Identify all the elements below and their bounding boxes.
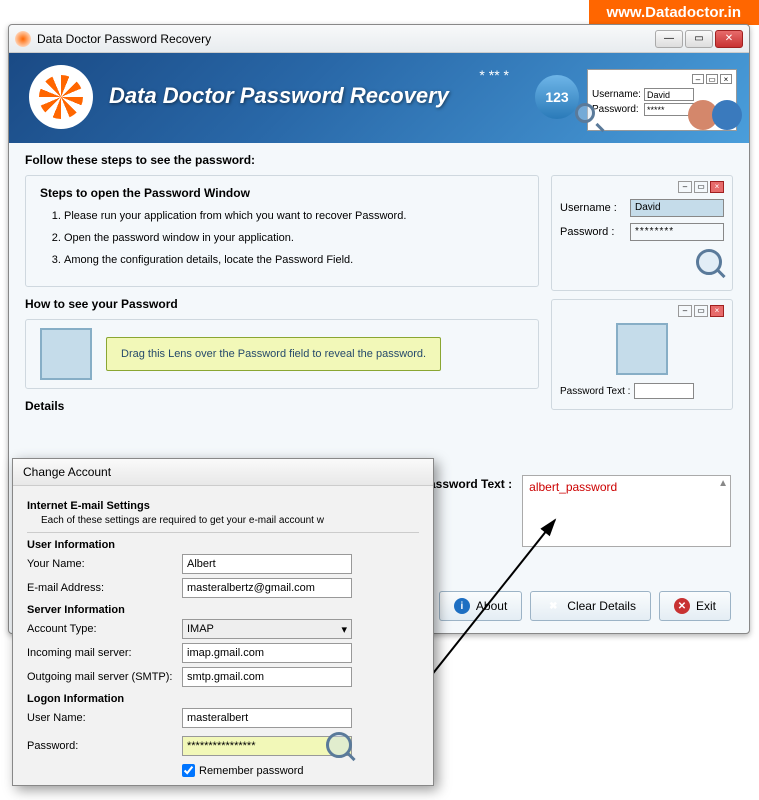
password-label: Password: [27, 740, 182, 752]
remember-password-checkbox[interactable] [182, 764, 195, 777]
email-label: E-mail Address: [27, 582, 182, 594]
illust-pt-label: Password Text : [560, 386, 630, 397]
password-text-value: albert_password [529, 480, 617, 494]
step-item: Please run your application from which y… [64, 210, 524, 222]
clear-icon: ✖ [545, 598, 561, 614]
titlebar: Data Doctor Password Recovery — ▭ ✕ [9, 25, 749, 53]
website-url: www.Datadoctor.in [589, 0, 759, 25]
email-input[interactable] [182, 578, 352, 598]
incoming-label: Incoming mail server: [27, 647, 182, 659]
dialog-title: Change Account [13, 459, 433, 486]
dialog-heading: Internet E-mail Settings [27, 500, 419, 512]
details-title: Details [25, 399, 539, 413]
illust-username-value: David [630, 199, 724, 217]
magnifier-icon [575, 103, 603, 131]
howto-group: Drag this Lens over the Password field t… [25, 319, 539, 389]
exit-button[interactable]: ✕Exit [659, 591, 731, 621]
illust-target-box: –▭× Password Text : [551, 299, 733, 410]
your-name-input[interactable] [182, 554, 352, 574]
magnifier-icon [696, 249, 724, 277]
illust-password-value: ******** [630, 223, 724, 241]
outgoing-label: Outgoing mail server (SMTP): [27, 671, 182, 683]
change-account-dialog: Change Account Internet E-mail Settings … [12, 458, 434, 786]
clear-details-button[interactable]: ✖Clear Details [530, 591, 651, 621]
user-info-heading: User Information [27, 539, 419, 551]
follow-steps-heading: Follow these steps to see the password: [25, 153, 733, 167]
mini-username-label: Username: [592, 89, 644, 100]
close-button[interactable]: ✕ [715, 30, 743, 48]
logon-info-heading: Logon Information [27, 693, 419, 705]
banner-mini-window: –▭× Username: Password: [587, 69, 737, 131]
steps-group: Steps to open the Password Window Please… [25, 175, 539, 287]
username-label: User Name: [27, 712, 182, 724]
outgoing-input[interactable] [182, 667, 352, 687]
mini-password-value [644, 103, 694, 116]
info-icon: i [454, 598, 470, 614]
password-text-label: Password Text : [421, 475, 512, 491]
exit-icon: ✕ [674, 598, 690, 614]
magnify-bubble-icon: 123 [535, 75, 579, 119]
illust-pt-input [634, 383, 694, 399]
remember-password-label: Remember password [199, 765, 304, 777]
minimize-button[interactable]: — [655, 30, 683, 48]
maximize-button[interactable]: ▭ [685, 30, 713, 48]
password-result-area: Password Text : albert_password ▲ [421, 475, 731, 547]
illust-drop-target [616, 323, 668, 375]
illust-login-box: –▭× Username :David Password :******** [551, 175, 733, 291]
steps-title: Steps to open the Password Window [40, 186, 524, 200]
illust-username-label: Username : [560, 202, 630, 214]
about-button[interactable]: iAbout [439, 591, 522, 621]
drag-hint: Drag this Lens over the Password field t… [106, 337, 441, 371]
stars-decor: * ** * [479, 67, 509, 83]
your-name-label: Your Name: [27, 558, 182, 570]
server-info-heading: Server Information [27, 604, 419, 616]
avatar-icon [712, 100, 742, 130]
scroll-up-icon[interactable]: ▲ [718, 478, 728, 489]
username-input[interactable] [182, 708, 352, 728]
banner: Data Doctor Password Recovery * ** * 123… [9, 53, 749, 143]
mini-username-value [644, 88, 694, 101]
incoming-input[interactable] [182, 643, 352, 663]
banner-title: Data Doctor Password Recovery [109, 83, 449, 109]
lens-over-password-icon[interactable] [326, 732, 354, 760]
account-type-select[interactable]: IMAP▾ [182, 619, 352, 639]
illust-password-label: Password : [560, 226, 630, 238]
logo-icon [29, 65, 93, 129]
password-text-output[interactable]: albert_password ▲ [522, 475, 731, 547]
window-title: Data Doctor Password Recovery [37, 32, 655, 46]
howto-title: How to see your Password [25, 297, 539, 311]
chevron-down-icon: ▾ [341, 623, 347, 636]
dialog-subtitle: Each of these settings are required to g… [27, 515, 419, 526]
lens-draggable[interactable] [40, 328, 92, 380]
step-item: Among the configuration details, locate … [64, 254, 524, 266]
app-icon [15, 31, 31, 47]
account-type-label: Account Type: [27, 623, 182, 635]
step-item: Open the password window in your applica… [64, 232, 524, 244]
